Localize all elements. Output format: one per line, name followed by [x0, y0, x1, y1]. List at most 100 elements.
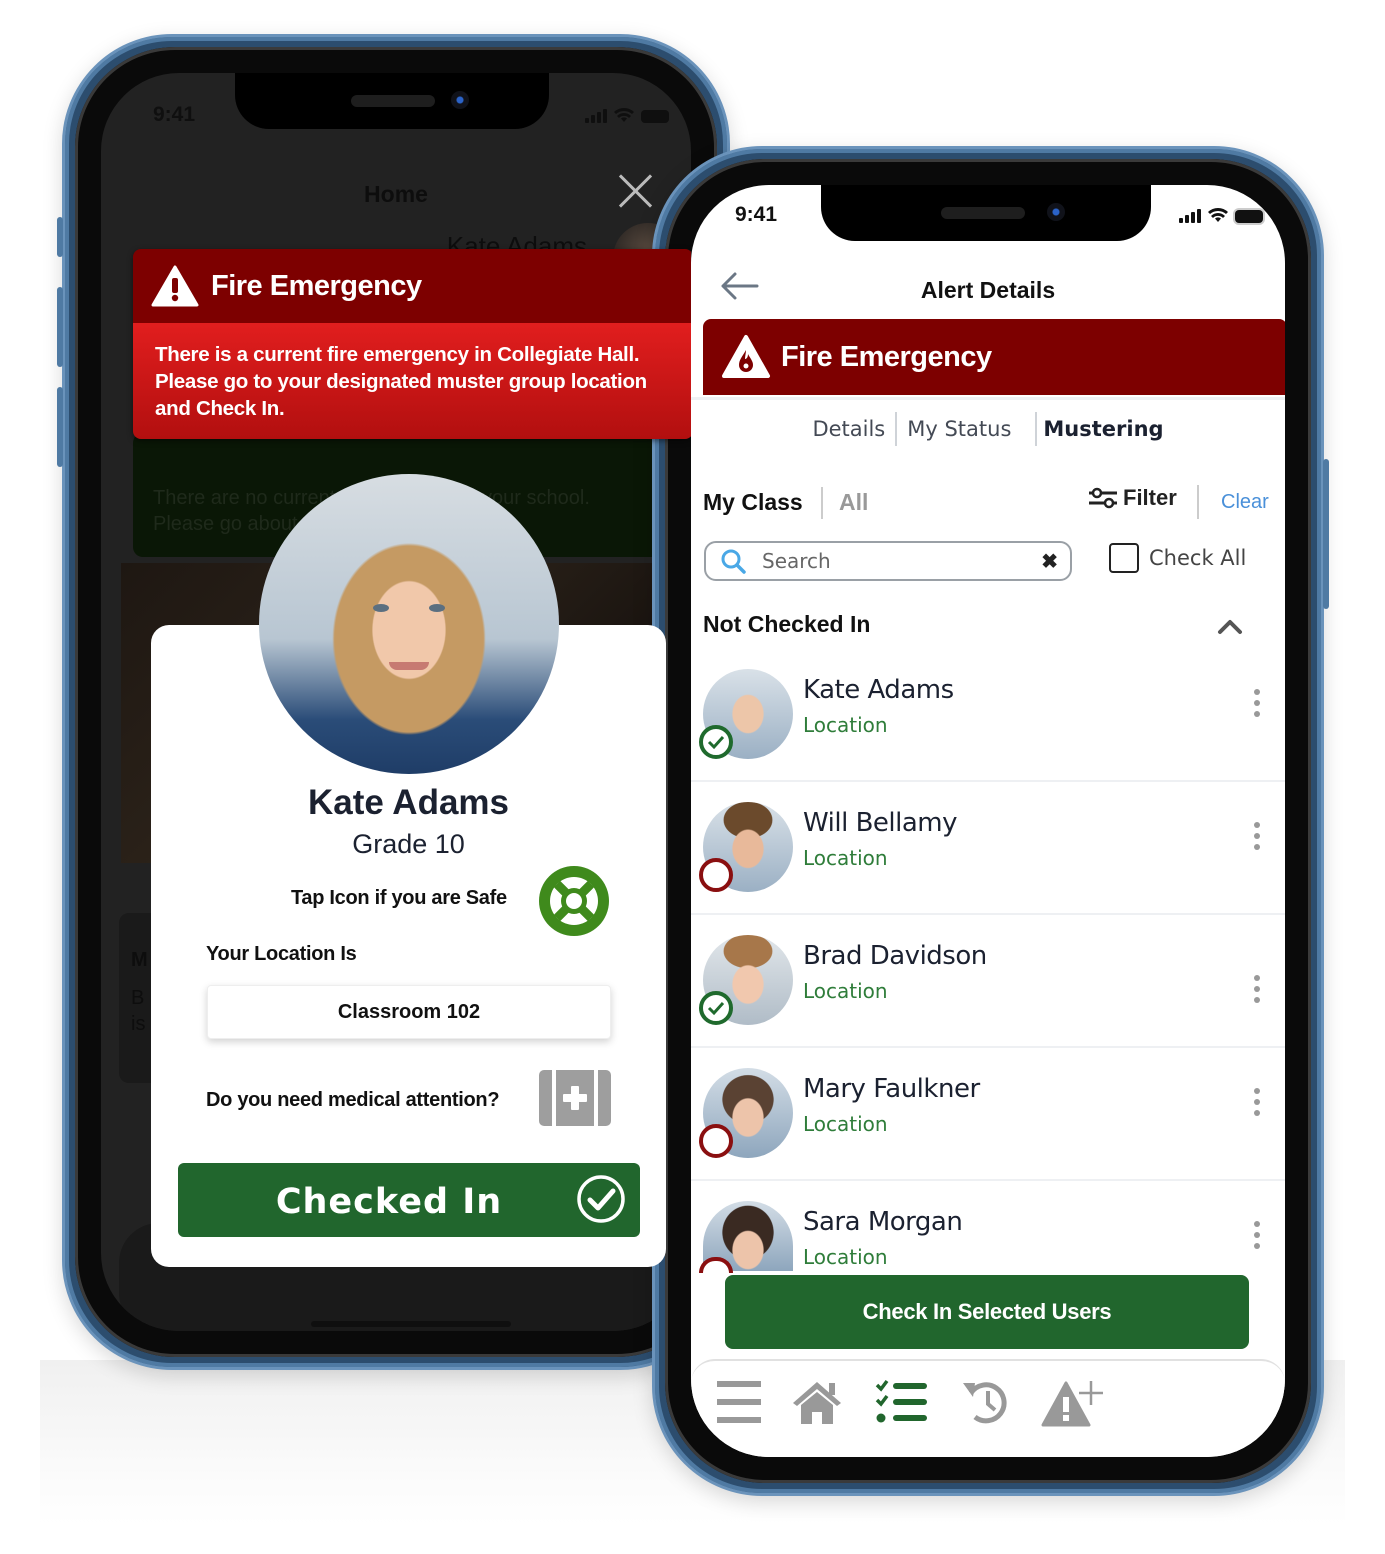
battery-icon [1235, 210, 1263, 223]
bg-card-letter: B [131, 987, 145, 1009]
search-input[interactable] [760, 548, 1024, 574]
not-checked-in-status-icon[interactable] [699, 1124, 733, 1158]
phone-right: 9:41 Alert Details Fire Emergency Detail… [652, 146, 1329, 1496]
home-indicator [311, 1321, 511, 1327]
power-button [1323, 459, 1329, 609]
scope-row: My Class All Filter Clear [703, 485, 1269, 525]
signal-icon [1179, 209, 1201, 223]
status-icons [585, 107, 669, 123]
user-name: Kate Adams [308, 783, 509, 822]
notch [235, 73, 549, 129]
filter-divider [1197, 485, 1199, 519]
tab-details[interactable]: Details [802, 417, 895, 441]
alert-message-line: Please go to your designated muster grou… [155, 370, 647, 393]
lifebuoy-icon[interactable] [538, 865, 610, 937]
status-icons [1179, 207, 1263, 223]
signal-icon [585, 109, 607, 123]
close-icon[interactable] [617, 173, 653, 209]
user-name: Mary Faulkner [803, 1074, 980, 1104]
user-name: Brad Davidson [803, 941, 987, 971]
search-field[interactable]: ✖ [704, 541, 1072, 581]
list-item[interactable]: Kate Adams Location [691, 649, 1285, 782]
filter-button[interactable]: Filter [1087, 485, 1177, 511]
fire-alert-banner: Fire Emergency [703, 319, 1285, 395]
medical-prompt: Do you need medical attention? [206, 1089, 500, 1111]
location-label: Your Location Is [206, 943, 357, 965]
section-title: Not Checked In [703, 611, 871, 637]
alert-body: There is a current fire emergency in Col… [133, 323, 691, 439]
bg-card-letter: M [131, 949, 148, 971]
scope-my-class[interactable]: My Class [703, 489, 803, 516]
safe-prompt: Tap Icon if you are Safe [291, 887, 507, 909]
location-field[interactable]: Classroom 102 [207, 985, 611, 1039]
alert-message-line: and Check In. [155, 397, 285, 420]
checked-in-status-icon[interactable] [699, 991, 733, 1025]
page-title: Alert Details [920, 277, 1056, 303]
battery-icon [641, 110, 669, 123]
mute-switch [57, 217, 63, 257]
wifi-icon [614, 108, 634, 122]
phone-left: 9:41 Home Kate Adams There are no curren… [57, 34, 730, 1370]
check-all-label: Check All [1149, 546, 1247, 570]
check-all-checkbox[interactable]: Check All [1109, 543, 1246, 573]
user-location: Location [803, 713, 888, 737]
user-name: Sara Morgan [803, 1207, 963, 1237]
scope-all[interactable]: All [839, 489, 868, 516]
screen-checkin: 9:41 Home Kate Adams There are no curren… [101, 73, 691, 1331]
chevron-up-icon[interactable] [1217, 617, 1243, 635]
user-name: Will Bellamy [803, 808, 958, 838]
sliders-icon [1089, 487, 1117, 509]
notch [821, 185, 1151, 241]
fire-warning-icon [722, 335, 770, 378]
more-vertical-icon[interactable] [1253, 822, 1261, 854]
more-vertical-icon[interactable] [1253, 1088, 1261, 1120]
alert-header: Fire Emergency [133, 249, 691, 323]
bottom-nav [691, 1359, 1285, 1457]
add-alert-icon[interactable] [1039, 1379, 1109, 1427]
tab-mustering[interactable]: Mustering [1037, 417, 1173, 441]
checklist-icon[interactable] [875, 1379, 929, 1425]
fire-alert-banner[interactable]: Fire Emergency There is a current fire e… [133, 249, 691, 439]
history-icon[interactable] [961, 1379, 1011, 1425]
user-location: Location [803, 846, 888, 870]
tab-my-status[interactable]: My Status [897, 417, 1021, 441]
search-icon [721, 549, 746, 574]
user-list: Kate Adams Location Will Bellamy Locatio… [691, 649, 1285, 1312]
check-circle-icon [577, 1175, 625, 1223]
alert-title: Fire Emergency [781, 340, 992, 373]
checkbox-box[interactable] [1109, 543, 1139, 573]
check-in-selected-button[interactable]: Check In Selected Users [725, 1275, 1249, 1349]
alert-title: Fire Emergency [211, 269, 422, 302]
more-vertical-icon[interactable] [1253, 689, 1261, 721]
bg-card-letter: is [131, 1013, 146, 1035]
list-item[interactable]: Mary Faulkner Location [691, 1048, 1285, 1181]
home-title: Home [364, 181, 428, 207]
list-item[interactable]: Will Bellamy Location [691, 782, 1285, 915]
more-vertical-icon[interactable] [1253, 1221, 1261, 1253]
user-location: Location [803, 1245, 888, 1269]
alert-tabs: Details My Status Mustering [691, 397, 1285, 458]
not-checked-in-status-icon[interactable] [699, 858, 733, 892]
checked-in-button[interactable]: Checked In [178, 1163, 640, 1237]
filter-label: Filter [1123, 485, 1177, 510]
status-time: 9:41 [153, 103, 196, 126]
volume-up-button [57, 287, 63, 367]
clear-search-icon[interactable]: ✖ [1041, 549, 1058, 574]
wifi-icon [1208, 208, 1228, 222]
clear-link[interactable]: Clear [1221, 491, 1269, 514]
warning-icon [151, 265, 199, 307]
screen-alert-details: 9:41 Alert Details Fire Emergency Detail… [691, 185, 1285, 1457]
user-photo [259, 474, 559, 774]
first-aid-kit-icon[interactable] [538, 1069, 612, 1127]
menu-icon[interactable] [715, 1379, 763, 1425]
home-icon[interactable] [791, 1379, 843, 1425]
checked-in-label: Checked In [275, 1182, 503, 1222]
scope-divider [821, 487, 823, 519]
volume-down-button [57, 387, 63, 467]
list-item[interactable]: Brad Davidson Location [691, 915, 1285, 1048]
status-time: 9:41 [735, 203, 778, 226]
alert-message-line: There is a current fire emergency in Col… [155, 343, 640, 366]
more-vertical-icon[interactable] [1253, 975, 1261, 1007]
user-name: Kate Adams [803, 675, 954, 705]
checked-in-status-icon[interactable] [699, 725, 733, 759]
